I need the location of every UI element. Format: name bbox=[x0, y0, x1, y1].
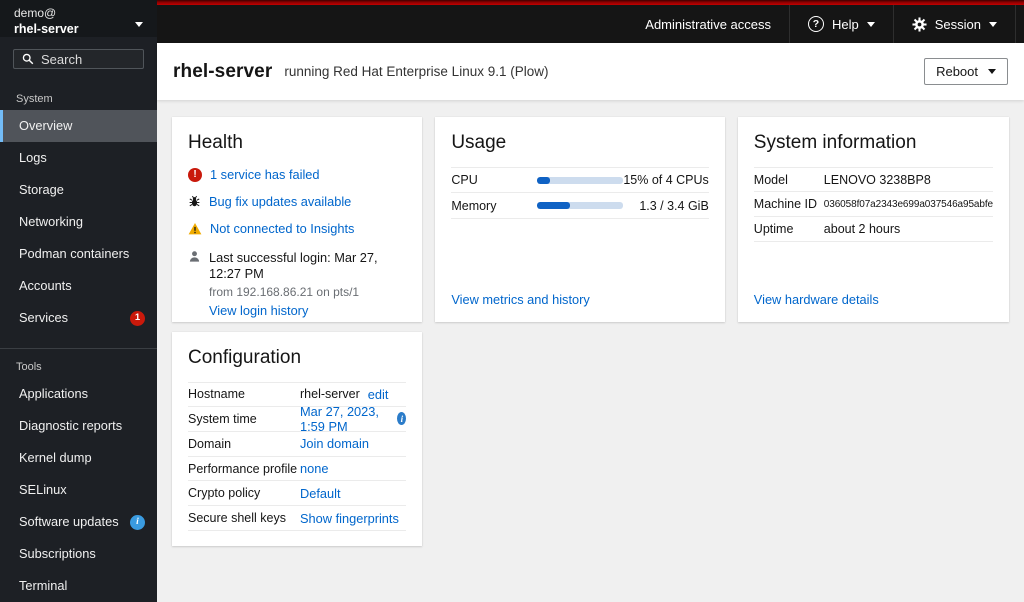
health-alert-insights: Not connected to Insights bbox=[188, 221, 406, 236]
session-menu[interactable]: Session bbox=[892, 5, 1016, 43]
configuration-title: Configuration bbox=[188, 347, 302, 368]
health-alert-updates: Bug fix updates available bbox=[188, 194, 406, 209]
current-host: rhel-server bbox=[14, 22, 79, 36]
bug-fix-updates-link[interactable]: Bug fix updates available bbox=[209, 194, 351, 209]
system-information-title: System information bbox=[753, 132, 917, 153]
services-failed-badge: 1 bbox=[130, 310, 145, 326]
edit-hostname-link[interactable]: edit bbox=[368, 387, 389, 402]
chevron-down-icon bbox=[135, 22, 143, 27]
nav-section-label: Tools bbox=[16, 361, 42, 373]
view-login-history-link[interactable]: View login history bbox=[209, 303, 308, 318]
memory-usage-value: 1.3 / 3.4 GiB bbox=[639, 198, 709, 213]
insights-link[interactable]: Not connected to Insights bbox=[210, 221, 354, 236]
sidebar-item-kernel-dump[interactable]: Kernel dump bbox=[0, 442, 157, 474]
crypto-policy-row: Crypto policy Default bbox=[188, 481, 407, 507]
search-input[interactable] bbox=[41, 51, 135, 67]
cpu-progress-bar bbox=[537, 176, 624, 184]
chevron-down-icon bbox=[988, 69, 996, 74]
cpu-usage-value: 15% of 4 CPUs bbox=[623, 173, 709, 187]
crypto-policy-link[interactable]: Default bbox=[300, 486, 341, 501]
show-fingerprints-link[interactable]: Show fingerprints bbox=[300, 511, 399, 526]
uptime-value: about 2 hours bbox=[823, 222, 901, 236]
configuration-card: Configuration Hostname rhel-server edit … bbox=[172, 332, 423, 546]
last-login-block: Last successful login: Mar 27, 12:27 PM … bbox=[188, 250, 406, 318]
help-icon: ? bbox=[808, 16, 824, 32]
search-icon bbox=[22, 53, 34, 65]
last-login-detail: from 192.168.86.21 on pts/1 bbox=[209, 285, 360, 299]
info-icon[interactable]: i bbox=[397, 412, 407, 426]
sidebar-item-storage[interactable]: Storage bbox=[0, 174, 157, 206]
sidebar-item-services[interactable]: Services 1 bbox=[0, 302, 157, 334]
cpu-label: CPU bbox=[451, 173, 478, 187]
software-updates-info-badge: i bbox=[130, 514, 145, 530]
health-alert-services: ! 1 service has failed bbox=[188, 167, 406, 182]
system-time-row: System time Mar 27, 2023, 1:59 PM i bbox=[188, 404, 407, 434]
usage-card-title: Usage bbox=[451, 132, 507, 153]
main-area: Administrative access ? Help Session rhe… bbox=[157, 0, 1024, 602]
sidebar-nav: System Overview Logs Storage Networking … bbox=[0, 77, 157, 602]
sidebar-item-podman-containers[interactable]: Podman containers bbox=[0, 238, 157, 270]
sidebar: demo@ rhel-server System Overview Logs S… bbox=[0, 0, 157, 602]
user-icon bbox=[188, 250, 201, 318]
health-card: Health ! 1 service has failed Bug fix up… bbox=[172, 117, 423, 322]
page-title: rhel-server bbox=[173, 60, 273, 82]
nav-section-system: System Overview Logs Storage Networking … bbox=[0, 77, 157, 334]
memory-usage-row: Memory 1.3 / 3.4 GiB bbox=[451, 193, 709, 219]
sidebar-item-selinux[interactable]: SELinux bbox=[0, 474, 157, 506]
system-information-card: System information Model LENOVO 3238BP8 … bbox=[737, 117, 1009, 322]
gear-icon bbox=[912, 16, 927, 32]
sidebar-item-terminal[interactable]: Terminal bbox=[0, 570, 157, 602]
page-header: rhel-server running Red Hat Enterprise L… bbox=[157, 43, 1024, 100]
uptime-row: Uptime about 2 hours bbox=[753, 217, 993, 242]
join-domain-link[interactable]: Join domain bbox=[300, 436, 369, 451]
administrative-access-button[interactable]: Administrative access bbox=[627, 5, 789, 43]
sidebar-search[interactable] bbox=[13, 49, 144, 69]
exclamation-circle-icon: ! bbox=[188, 167, 202, 182]
memory-progress-bar bbox=[537, 202, 624, 209]
secure-shell-keys-row: Secure shell keys Show fingerprints bbox=[188, 506, 407, 531]
top-bar: Administrative access ? Help Session bbox=[157, 0, 1024, 43]
logged-in-user: demo@ bbox=[14, 6, 57, 20]
sidebar-item-applications[interactable]: Applications bbox=[0, 378, 157, 410]
machine-id-value: 036058f07a2343e699a037546a95abfe bbox=[823, 198, 993, 210]
sidebar-item-networking[interactable]: Networking bbox=[0, 206, 157, 238]
health-card-title: Health bbox=[188, 132, 243, 153]
warning-triangle-icon bbox=[188, 222, 202, 236]
machine-id-row: Machine ID 036058f07a2343e699a037546a95a… bbox=[753, 192, 993, 217]
host-switcher[interactable]: demo@ rhel-server bbox=[0, 0, 157, 37]
chevron-down-icon bbox=[989, 21, 997, 27]
sidebar-item-subscriptions[interactable]: Subscriptions bbox=[0, 538, 157, 570]
system-time-link[interactable]: Mar 27, 2023, 1:59 PM bbox=[300, 404, 389, 434]
sidebar-item-software-updates[interactable]: Software updates i bbox=[0, 506, 157, 538]
page-subtitle: running Red Hat Enterprise Linux 9.1 (Pl… bbox=[284, 64, 549, 79]
page-content: Health ! 1 service has failed Bug fix up… bbox=[157, 100, 1024, 602]
app-window: demo@ rhel-server System Overview Logs S… bbox=[0, 0, 1024, 602]
nav-section-tools: Tools Applications Diagnostic reports Ke… bbox=[0, 348, 157, 602]
nav-section-label: System bbox=[16, 93, 53, 105]
domain-row: Domain Join domain bbox=[188, 432, 407, 457]
performance-profile-link[interactable]: none bbox=[300, 461, 328, 476]
cpu-usage-row: CPU 15% of 4 CPUs bbox=[451, 167, 709, 193]
reboot-button[interactable]: Reboot bbox=[924, 58, 1008, 85]
sidebar-item-logs[interactable]: Logs bbox=[0, 142, 157, 174]
sidebar-item-accounts[interactable]: Accounts bbox=[0, 270, 157, 302]
help-menu[interactable]: ? Help bbox=[789, 5, 893, 43]
service-failed-link[interactable]: 1 service has failed bbox=[210, 167, 320, 182]
chevron-down-icon bbox=[866, 21, 875, 27]
sidebar-item-overview[interactable]: Overview bbox=[0, 110, 157, 142]
hostname-value: rhel-server bbox=[300, 387, 360, 402]
model-value: LENOVO 3238BP8 bbox=[823, 172, 931, 187]
bug-icon bbox=[188, 195, 201, 208]
last-login-text: Last successful login: Mar 27, 12:27 PM bbox=[209, 250, 378, 281]
model-row: Model LENOVO 3238BP8 bbox=[753, 167, 993, 192]
view-metrics-link[interactable]: View metrics and history bbox=[451, 292, 708, 307]
sidebar-item-diagnostic-reports[interactable]: Diagnostic reports bbox=[0, 410, 157, 442]
view-hardware-details-link[interactable]: View hardware details bbox=[754, 292, 993, 307]
usage-card: Usage CPU 15% of 4 CPUs Memory 1.3 / 3.4… bbox=[435, 117, 725, 322]
performance-profile-row: Performance profile none bbox=[188, 457, 407, 482]
memory-label: Memory bbox=[451, 198, 497, 213]
